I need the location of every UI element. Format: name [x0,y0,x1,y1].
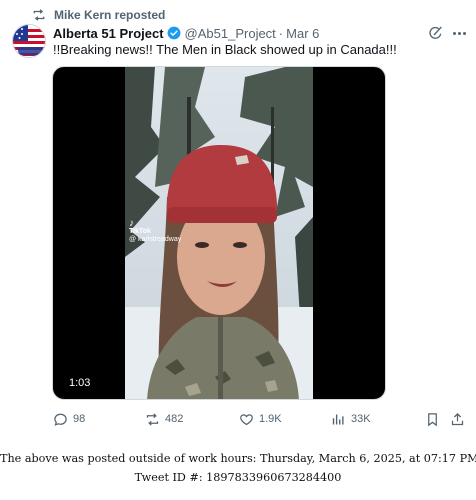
verified-badge-icon [167,26,180,40]
repost-count: 482 [165,413,184,425]
author-display-name[interactable]: Alberta 51 Project [53,26,164,41]
tiktok-note-icon: ♪ [129,218,134,229]
avatar[interactable] [12,24,46,58]
tweet-date[interactable]: Mar 6 [286,26,319,41]
analytics-icon [332,414,344,424]
reply-button[interactable]: 98 [53,410,85,428]
repost-icon [146,412,159,426]
repost-indicator[interactable]: Mike Kern reposted [32,7,165,23]
bookmark-icon [428,412,437,426]
views-button[interactable]: 33K [331,410,371,428]
grok-icon[interactable] [428,25,444,41]
flag-avatar-image [13,25,45,57]
author-handle[interactable]: @Ab51_Project [185,26,276,41]
action-bar: 98 482 1.9K 33K [0,410,476,428]
reply-icon [54,413,67,426]
caption-posted-time: The above was posted outside of work hou… [0,452,476,465]
tweet-header: Alberta 51 Project @Ab51_Project · Mar 6 [53,24,319,42]
share-button[interactable] [450,410,465,428]
tweet-text: !!Breaking news!! The Men in Black showe… [53,42,397,57]
tiktok-brand: TikTok [129,228,151,235]
more-options-icon[interactable] [450,25,468,41]
heart-icon [240,413,253,425]
like-count: 1.9K [259,413,282,425]
repost-label: Mike Kern reposted [54,8,166,22]
repost-button[interactable]: 482 [145,410,183,428]
repost-icon [33,9,45,21]
separator-dot: · [278,25,284,41]
view-count: 33K [351,413,371,425]
share-icon [451,412,464,425]
like-button[interactable]: 1.9K [239,410,282,428]
bookmark-button[interactable] [425,410,440,428]
reply-count: 98 [73,413,86,425]
caption-tweet-id: Tweet ID #: 1897833960673284400 [134,471,342,484]
video-duration: 1:03 [64,375,96,391]
video-player[interactable]: ♪ TikTok @ karlstreadway 1:03 [52,66,386,400]
tiktok-watermark: ♪ TikTok @ karlstreadway [129,218,182,244]
tiktok-user: @ karlstreadway [129,236,182,243]
